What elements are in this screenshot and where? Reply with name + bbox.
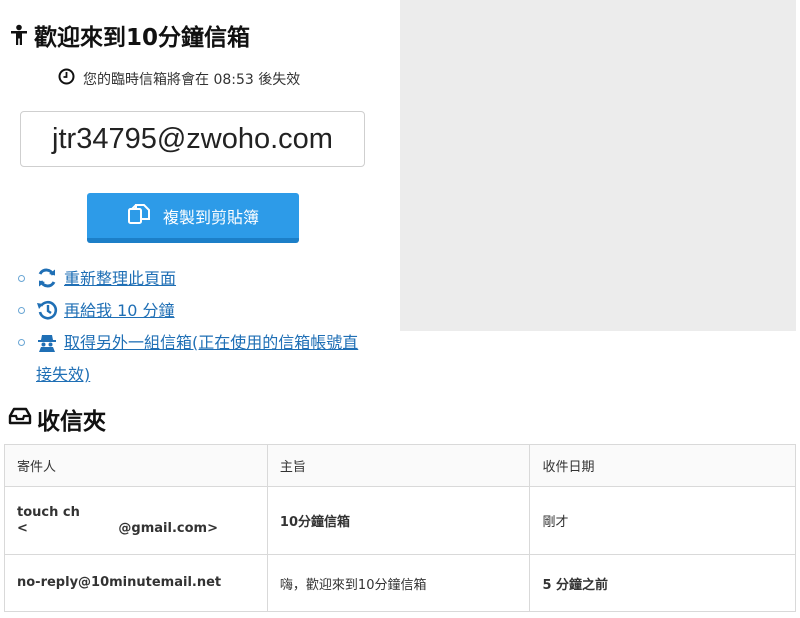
- inbox-icon: [8, 406, 32, 432]
- list-item: 再給我 10 分鐘: [18, 297, 363, 329]
- email-address: jtr34795@zwoho.com: [52, 122, 333, 155]
- refresh-icon: [36, 268, 58, 297]
- expire-text: 您的臨時信箱將會在 08:53 後失效: [83, 71, 301, 88]
- expire-notice: 您的臨時信箱將會在 08:53 後失效: [58, 68, 300, 89]
- subject-cell[interactable]: 10分鐘信箱: [266, 486, 531, 555]
- sender-name: touch ch: [17, 504, 80, 520]
- new-mailbox-link[interactable]: 取得另外一組信箱(正在使用的信箱帳號直接失效): [36, 333, 358, 384]
- person-icon: [10, 24, 28, 46]
- action-list: 重新整理此頁面 再給我 10 分鐘 取得另外一組信箱(正在使用的信箱帳號直接失效…: [18, 265, 363, 389]
- inbox-title-text: 收信夾: [37, 409, 106, 435]
- copy-icon: [127, 202, 151, 230]
- sender-email: < @gmail.com>: [17, 520, 218, 536]
- refresh-page-link[interactable]: 重新整理此頁面: [64, 269, 176, 288]
- column-header-sender: 寄件人: [4, 444, 268, 487]
- list-item: 重新整理此頁面: [18, 265, 363, 297]
- column-header-date: 收件日期: [529, 444, 796, 487]
- sender-cell: touch ch < @gmail.com>: [4, 486, 268, 555]
- extend-time-link[interactable]: 再給我 10 分鐘: [64, 301, 175, 320]
- inbox-table: 寄件人 主旨 收件日期 touch ch < @gmail.com> 10分鐘信…: [4, 444, 796, 612]
- date-cell: 5 分鐘之前: [529, 554, 796, 612]
- copy-to-clipboard-button[interactable]: 複製到剪貼簿: [87, 193, 299, 243]
- column-header-subject: 主旨: [266, 444, 531, 487]
- list-item: 取得另外一組信箱(正在使用的信箱帳號直接失效): [18, 329, 363, 389]
- spy-icon: [36, 332, 58, 361]
- table-row[interactable]: no-reply@10minutemail.net 嗨，歡迎來到10分鐘信箱 5…: [4, 554, 796, 612]
- subject-cell[interactable]: 嗨，歡迎來到10分鐘信箱: [266, 554, 531, 612]
- sender-cell: no-reply@10minutemail.net: [4, 554, 268, 612]
- table-header-row: 寄件人 主旨 收件日期: [4, 444, 796, 487]
- page-title-text: 歡迎來到10分鐘信箱: [34, 25, 251, 51]
- date-cell: 剛才: [529, 486, 796, 555]
- inbox-title: 收信夾: [8, 402, 106, 436]
- copy-button-label: 複製到剪貼簿: [162, 207, 259, 227]
- email-address-field[interactable]: jtr34795@zwoho.com: [20, 111, 365, 167]
- table-row[interactable]: touch ch < @gmail.com> 10分鐘信箱 剛才: [4, 486, 796, 555]
- ad-placeholder: [400, 0, 796, 331]
- page-title: 歡迎來到10分鐘信箱: [10, 18, 250, 52]
- clock-icon: [58, 68, 75, 89]
- history-icon: [36, 300, 58, 329]
